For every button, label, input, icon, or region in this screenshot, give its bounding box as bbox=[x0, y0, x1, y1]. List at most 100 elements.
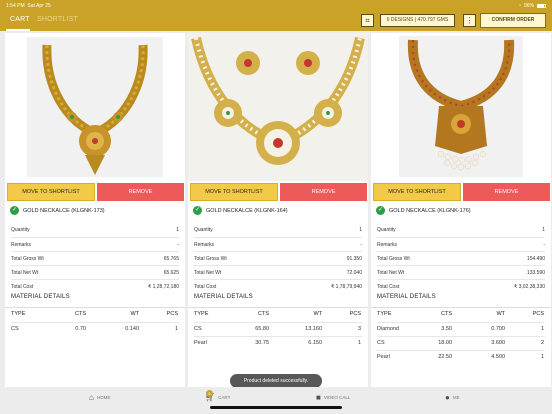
info-row-total-cost: Total Cost ₹ 1,28,72,180 bbox=[11, 279, 179, 293]
product-image[interactable] bbox=[188, 33, 368, 181]
cell-wt: 0.140 bbox=[125, 326, 139, 332]
info-value: 65.765 bbox=[163, 255, 179, 262]
product-image[interactable] bbox=[371, 33, 551, 181]
move-to-shortlist-button[interactable]: MOVE TO SHORTLIST bbox=[190, 183, 278, 201]
info-row-gross-wt: Total Gross Wt 154.490 bbox=[377, 251, 545, 265]
info-label: Quantity bbox=[194, 227, 213, 233]
nav-video-call[interactable]: ■ VIDEO CALL bbox=[316, 393, 350, 402]
product-card: MOVE TO SHORTLIST REMOVE ✓ GOLD NECKALCE… bbox=[188, 33, 368, 387]
video-icon: ■ bbox=[316, 393, 321, 402]
info-value: 1 bbox=[359, 227, 362, 233]
product-title: ✓ GOLD NECKALCE (KLGNK-176) bbox=[376, 206, 471, 215]
cell-cts: 18.00 bbox=[438, 340, 452, 346]
cell-cts: 65.80 bbox=[255, 326, 269, 332]
battery-icon bbox=[537, 3, 546, 8]
info-label: Remarks bbox=[377, 241, 398, 248]
confirm-order-button[interactable]: CONFIRM ORDER bbox=[480, 13, 546, 28]
info-row-net-wt: Total Net Wt 65.625 bbox=[11, 265, 179, 279]
cell-type: Pearl bbox=[377, 354, 390, 360]
info-label: Remarks bbox=[194, 241, 215, 248]
nav-home[interactable]: ⌂ HOME bbox=[89, 393, 110, 402]
info-row-remarks: Remarks - bbox=[11, 237, 179, 251]
info-label: Total Net Wt bbox=[377, 269, 405, 276]
info-value: 72.040 bbox=[346, 269, 362, 276]
move-to-shortlist-button[interactable]: MOVE TO SHORTLIST bbox=[373, 183, 461, 201]
cell-pcs: 1 bbox=[357, 340, 361, 346]
material-details-title: MATERIAL DETAILS bbox=[194, 294, 253, 300]
more-options-button[interactable]: ⋮ bbox=[463, 14, 476, 27]
col-wt: WT bbox=[130, 311, 139, 317]
info-row-net-wt: Total Net Wt 72.040 bbox=[194, 265, 362, 279]
necklace-illustration bbox=[42, 44, 148, 175]
tab-cart[interactable]: CART bbox=[10, 16, 30, 23]
qr-scan-button[interactable]: ⌗ bbox=[361, 14, 374, 27]
wifi-icon: ◔ bbox=[517, 2, 521, 9]
cell-pcs: 3 bbox=[357, 326, 361, 332]
col-type: TYPE bbox=[11, 311, 26, 317]
col-wt: WT bbox=[496, 311, 505, 317]
status-right: ◔ 96% bbox=[518, 3, 546, 9]
cell-type: CS bbox=[11, 326, 19, 332]
col-type: TYPE bbox=[377, 311, 392, 317]
cell-cts: 0.70 bbox=[75, 326, 86, 332]
bottom-nav: ⌂ HOME 🛒︎ CART ■ VIDEO CALL ● ME bbox=[0, 387, 552, 414]
check-circle-icon[interactable]: ✓ bbox=[376, 206, 385, 215]
col-pcs: PCS bbox=[532, 311, 544, 317]
info-row-quantity: Quantity 1 bbox=[194, 223, 362, 237]
tab-shortlist[interactable]: SHORTLIST bbox=[37, 16, 78, 23]
info-value: - bbox=[177, 241, 179, 248]
qr-scan-icon: ⌗ bbox=[365, 16, 370, 25]
product-photo bbox=[188, 33, 368, 181]
info-row-quantity: Quantity 1 bbox=[377, 223, 545, 237]
cell-cts: 22.50 bbox=[438, 354, 452, 360]
nav-me-label: ME bbox=[452, 395, 460, 400]
move-to-shortlist-button[interactable]: MOVE TO SHORTLIST bbox=[7, 183, 95, 201]
battery-percent: 96% bbox=[523, 2, 534, 9]
info-value: ₹ 1,28,72,180 bbox=[148, 283, 179, 290]
product-card: MOVE TO SHORTLIST REMOVE ✓ GOLD NECKALCE… bbox=[371, 33, 551, 387]
product-image[interactable] bbox=[5, 33, 185, 181]
info-label: Total Cost bbox=[11, 283, 34, 290]
info-value: 154.490 bbox=[526, 255, 545, 262]
divider bbox=[5, 307, 185, 308]
cell-wt: 3.600 bbox=[491, 340, 505, 346]
info-value: - bbox=[543, 241, 545, 248]
home-indicator[interactable] bbox=[210, 406, 342, 409]
check-circle-icon[interactable]: ✓ bbox=[193, 206, 202, 215]
info-label: Total Gross Wt bbox=[194, 255, 227, 262]
info-label: Total Gross Wt bbox=[11, 255, 44, 262]
remove-button[interactable]: REMOVE bbox=[463, 183, 550, 201]
info-value: ₹ 3,02,38,330 bbox=[514, 283, 545, 290]
check-circle-icon[interactable]: ✓ bbox=[10, 206, 19, 215]
table-row: Pearl 30.75 6.150 1 bbox=[194, 336, 362, 350]
info-row-remarks: Remarks - bbox=[377, 237, 545, 251]
info-label: Total Gross Wt bbox=[377, 255, 410, 262]
cell-cts: 3.50 bbox=[441, 326, 452, 332]
status-bar: 1:54 PM Sat Apr 25 ◔ 96% bbox=[0, 0, 552, 11]
info-row-remarks: Remarks - bbox=[194, 237, 362, 251]
cell-type: Pearl bbox=[194, 340, 207, 346]
info-label: Total Cost bbox=[377, 283, 400, 290]
info-label: Total Net Wt bbox=[194, 269, 222, 276]
nav-me[interactable]: ● ME bbox=[445, 393, 460, 402]
info-label: Quantity bbox=[377, 227, 396, 233]
product-title: ✓ GOLD NECKALCE (KLGNK-164) bbox=[193, 206, 288, 215]
home-icon: ⌂ bbox=[89, 393, 94, 402]
table-row: CS 0.70 0.140 1 bbox=[11, 322, 179, 336]
material-details-title: MATERIAL DETAILS bbox=[377, 294, 436, 300]
user-icon: ● bbox=[445, 393, 450, 402]
info-label: Total Net Wt bbox=[11, 269, 39, 276]
cell-wt: 0.700 bbox=[491, 326, 505, 332]
table-row: CS 65.80 13.160 3 bbox=[194, 322, 362, 336]
cell-pcs: 2 bbox=[540, 340, 544, 346]
status-time: 1:54 PM bbox=[6, 2, 25, 9]
col-pcs: PCS bbox=[349, 311, 361, 317]
cell-type: Diamond bbox=[377, 326, 400, 332]
remove-button[interactable]: REMOVE bbox=[97, 183, 184, 201]
cell-wt: 13.160 bbox=[305, 326, 322, 332]
remove-button[interactable]: REMOVE bbox=[280, 183, 367, 201]
cell-wt: 6.150 bbox=[308, 340, 322, 346]
table-row: CS 18.00 3.600 2 bbox=[377, 336, 545, 350]
cell-type: CS bbox=[194, 326, 202, 332]
more-vertical-icon: ⋮ bbox=[465, 16, 474, 25]
